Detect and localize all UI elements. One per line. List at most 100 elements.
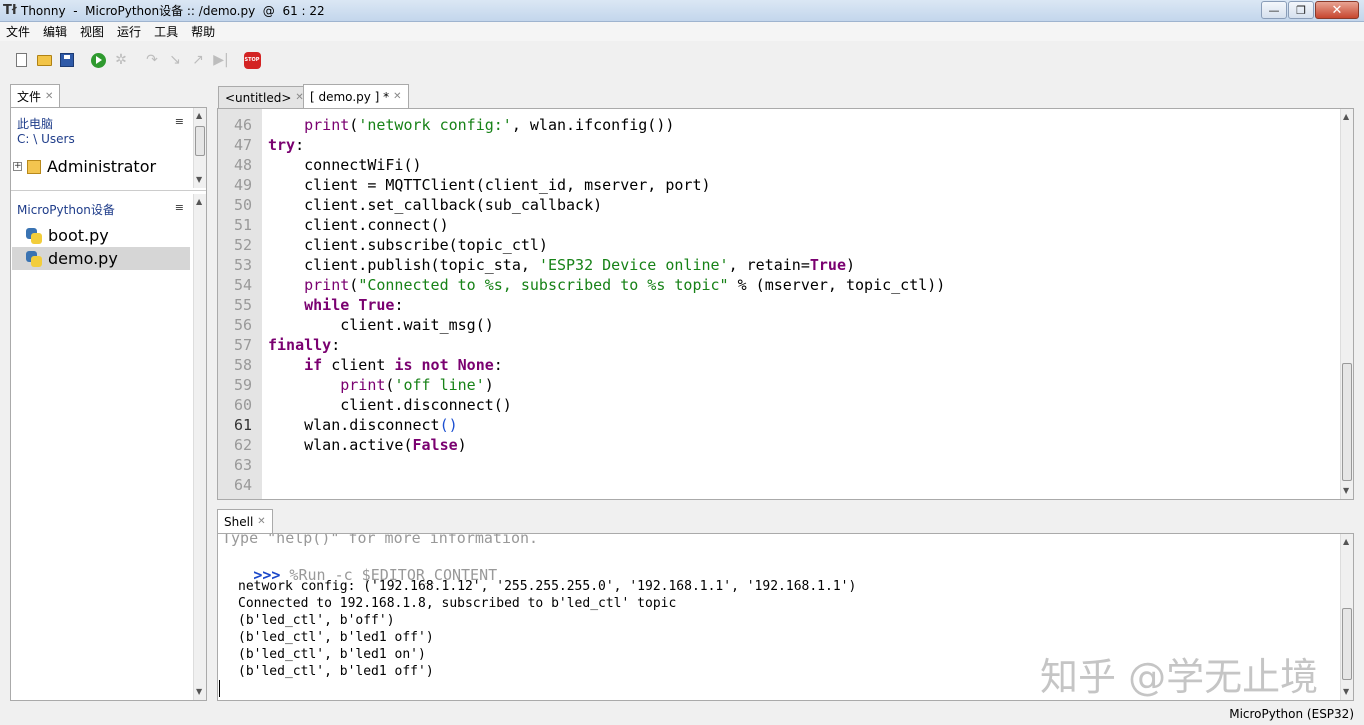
thonny-app-icon: Tł [3,3,17,18]
line-number: 49 [233,176,252,194]
menu-icon[interactable]: ≡ [175,115,184,128]
run-icon [90,52,106,68]
code-line[interactable]: 64 [218,475,1328,495]
step-over-icon: ↷ [146,52,158,68]
line-number: 51 [233,216,252,234]
close-icon[interactable]: ✕ [257,516,265,527]
tab-label: [ demo.py ] * [310,89,390,104]
tab-shell-label: Shell [224,514,254,529]
tree-item-administrator[interactable]: + Administrator [12,155,190,178]
minimize-button[interactable]: — [1261,1,1287,19]
code-line[interactable]: 51 client.connect() [218,215,1328,235]
resume-button[interactable]: ▶| [211,50,231,70]
scroll-up-icon[interactable]: ▲ [196,112,202,120]
code-editor[interactable]: 46 print('network config:', wlan.ifconfi… [217,108,1354,500]
text-cursor [219,680,220,697]
code-line[interactable]: 55 while True: [218,295,1328,315]
step-into-button[interactable]: ↘ [165,50,185,70]
python-file-icon [26,227,42,244]
run-button[interactable] [88,50,108,70]
shell-output-line: (b'led_ctl', b'led1 off') [238,630,434,645]
close-window-button[interactable]: ✕ [1315,1,1359,19]
menu-help[interactable]: 帮助 [191,24,215,40]
stop-button[interactable]: STOP [242,50,262,70]
menu-file[interactable]: 文件 [6,24,30,40]
menu-view[interactable]: 视图 [80,24,104,40]
code-line[interactable]: 54 print("Connected to %s, subscribed to… [218,275,1328,295]
step-out-button[interactable]: ↗ [188,50,208,70]
code-line[interactable]: 56 client.wait_msg() [218,315,1328,335]
scroll-up-icon[interactable]: ▲ [1343,113,1349,121]
tree-item-boot-py[interactable]: boot.py [12,224,190,247]
close-icon[interactable]: ✕ [45,91,53,102]
tree-item-label: boot.py [48,226,109,245]
step-out-icon: ↗ [192,52,204,68]
code-line[interactable]: 47 try: [218,135,1328,155]
code-line[interactable]: 61 wlan.disconnect() [218,415,1328,435]
code-text: while True: [304,296,404,314]
window-controls: — ❐ ✕ [1260,1,1359,19]
code-line[interactable]: 58 if client is not None: [218,355,1328,375]
interpreter-selector[interactable]: MicroPython (ESP32) [1229,707,1354,721]
code-line[interactable]: 49 client = MQTTClient(client_id, mserve… [218,175,1328,195]
folder-icon [27,159,41,174]
line-number: 47 [233,136,252,154]
menu-bar: 文件 编辑 视图 运行 工具 帮助 [0,22,1364,41]
close-icon[interactable]: ✕ [393,91,401,102]
scroll-up-icon[interactable]: ▲ [196,198,202,206]
code-text: print("Connected to %s, subscribed to %s… [304,276,946,294]
restore-icon: ❐ [1296,3,1306,17]
debug-button[interactable]: ✲ [111,50,131,70]
scroll-thumb[interactable] [1342,608,1352,680]
menu-run[interactable]: 运行 [117,24,141,40]
scroll-down-icon[interactable]: ▼ [196,176,202,184]
code-line[interactable]: 50 client.set_callback(sub_callback) [218,195,1328,215]
current-path[interactable]: C: \ Users [17,132,75,146]
maximize-button[interactable]: ❐ [1288,1,1314,19]
expand-icon[interactable]: + [13,162,22,171]
tab-demo-py[interactable]: [ demo.py ] * ✕ [303,84,409,108]
code-line[interactable]: 59 print('off line') [218,375,1328,395]
menu-icon[interactable]: ≡ [175,201,184,214]
code-text: wlan.disconnect() [268,416,458,434]
menu-edit[interactable]: 编辑 [43,24,67,40]
this-pc-label: 此电脑 [17,117,54,131]
code-line[interactable]: 48 connectWiFi() [218,155,1328,175]
line-number: 54 [233,276,252,294]
scroll-thumb[interactable] [1342,363,1352,481]
tab-shell[interactable]: Shell ✕ [217,509,273,533]
open-folder-icon [36,54,52,66]
shell-scrollbar[interactable]: ▲ ▼ [1340,534,1353,700]
save-icon [60,53,74,67]
code-line[interactable]: 46 print('network config:', wlan.ifconfi… [218,115,1328,135]
device-scrollbar[interactable]: ▲ ▼ [193,194,206,700]
tab-untitled[interactable]: <untitled> ✕ [218,86,311,108]
tree-item-demo-py[interactable]: demo.py [12,247,190,270]
scroll-up-icon[interactable]: ▲ [1343,538,1349,546]
shell-output-line: (b'led_ctl', b'off') [238,613,395,628]
step-over-button[interactable]: ↷ [142,50,162,70]
computer-scrollbar[interactable]: ▲ ▼ [193,108,206,188]
scroll-down-icon[interactable]: ▼ [1343,688,1349,696]
new-file-button[interactable] [11,50,31,70]
scroll-thumb[interactable] [195,126,205,156]
debug-icon: ✲ [115,52,127,68]
stop-icon: STOP [243,51,261,69]
code-line[interactable]: 57 finally: [218,335,1328,355]
device-label: MicroPython设备 [17,203,115,217]
tab-files[interactable]: 文件 ✕ [10,84,61,108]
scroll-down-icon[interactable]: ▼ [1343,487,1349,495]
save-button[interactable] [57,50,77,70]
line-number: 50 [233,196,252,214]
code-line[interactable]: 52 client.subscribe(topic_ctl) [218,235,1328,255]
scroll-down-icon[interactable]: ▼ [196,688,202,696]
editor-scrollbar[interactable]: ▲ ▼ [1340,109,1353,499]
code-line[interactable]: 60 client.disconnect() [218,395,1328,415]
code-line[interactable]: 53 client.publish(topic_sta, 'ESP32 Devi… [218,255,1328,275]
open-file-button[interactable] [34,50,54,70]
menu-tools[interactable]: 工具 [154,24,178,40]
resume-icon: ▶| [213,52,229,68]
new-file-icon [15,53,27,67]
code-line[interactable]: 62 wlan.active(False) [218,435,1328,455]
code-line[interactable]: 63 [218,455,1328,475]
